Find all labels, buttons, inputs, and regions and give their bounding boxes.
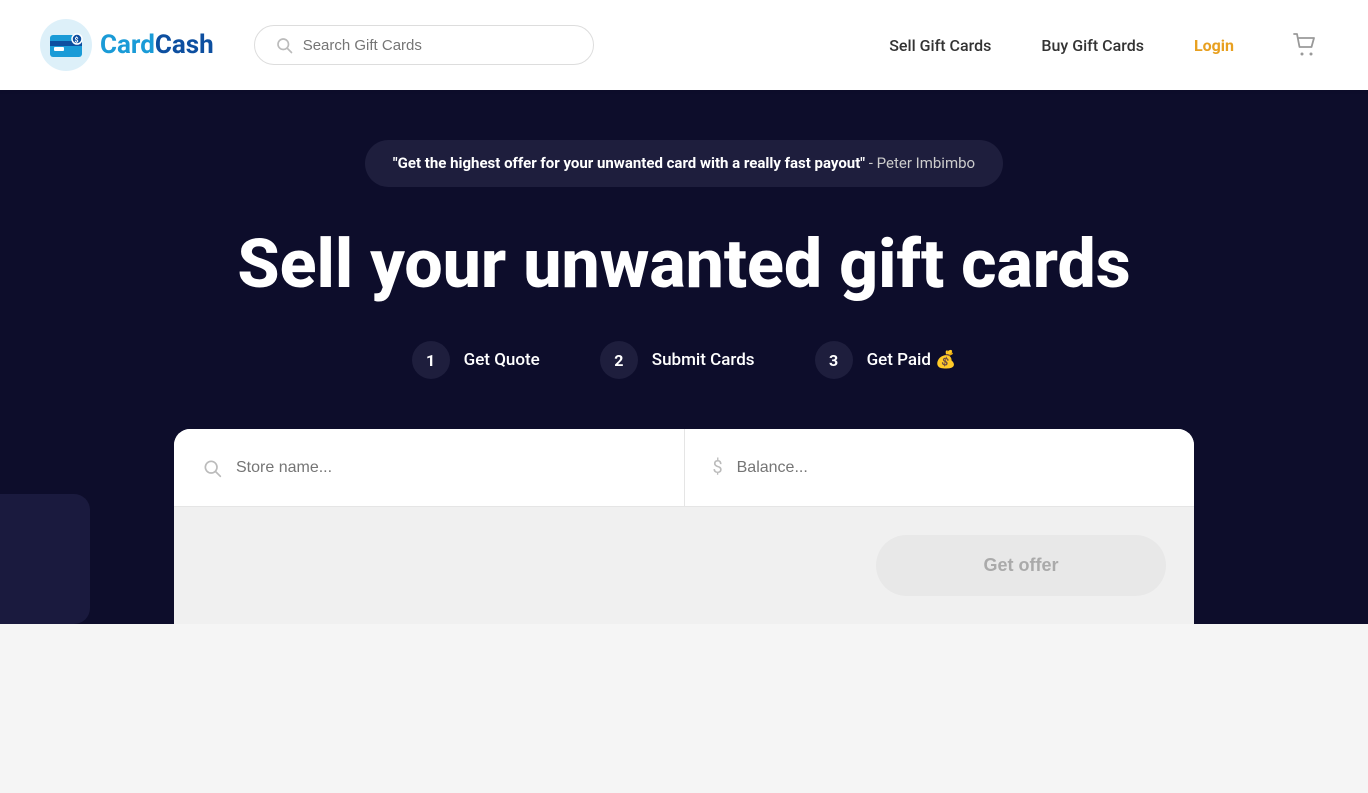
login-link[interactable]: Login <box>1194 36 1234 55</box>
store-name-input[interactable] <box>236 459 656 477</box>
store-name-field[interactable] <box>174 429 684 507</box>
form-inputs-row: $ <box>174 429 1194 507</box>
dollar-icon: $ <box>713 457 723 478</box>
step-1-number: 1 <box>412 341 450 379</box>
step-2-number: 2 <box>600 341 638 379</box>
step-3: 3 Get Paid 💰 <box>815 341 957 379</box>
search-input[interactable] <box>303 37 573 54</box>
search-icon <box>275 36 293 54</box>
balance-field[interactable]: $ <box>684 429 1195 507</box>
cart-button[interactable] <box>1284 23 1328 67</box>
hero-section: "Get the highest offer for your unwanted… <box>0 90 1368 624</box>
step-1: 1 Get Quote <box>412 341 540 379</box>
steps-row: 1 Get Quote 2 Submit Cards 3 Get Paid 💰 <box>412 341 957 379</box>
form-action-row: Get offer <box>174 507 1194 624</box>
step-2: 2 Submit Cards <box>600 341 755 379</box>
quote-author: - Peter Imbimbo <box>869 154 975 172</box>
buy-gift-cards-link[interactable]: Buy Gift Cards <box>1041 36 1144 55</box>
hero-quote: "Get the highest offer for your unwanted… <box>365 140 1003 187</box>
cart-icon <box>1291 30 1321 60</box>
store-search-icon <box>202 458 222 478</box>
hero-title: Sell your unwanted gift cards <box>237 227 1130 302</box>
balance-input[interactable] <box>737 459 1166 477</box>
sell-form-card: $ Get offer <box>174 429 1194 624</box>
header: $ CardCash Sell Gift Cards Buy Gift Card… <box>0 0 1368 90</box>
step-3-label: Get Paid 💰 <box>867 350 957 370</box>
search-bar[interactable] <box>254 25 594 65</box>
get-offer-button[interactable]: Get offer <box>876 535 1166 596</box>
logo-card-text: Card <box>100 30 155 60</box>
nav: Sell Gift Cards Buy Gift Cards Login <box>889 23 1328 67</box>
step-3-number: 3 <box>815 341 853 379</box>
step-1-label: Get Quote <box>464 350 540 370</box>
logo[interactable]: $ CardCash <box>40 19 214 71</box>
sell-gift-cards-link[interactable]: Sell Gift Cards <box>889 36 991 55</box>
svg-text:$: $ <box>75 37 79 45</box>
step-2-label: Submit Cards <box>652 350 755 370</box>
logo-cash-text: Cash <box>155 30 214 60</box>
